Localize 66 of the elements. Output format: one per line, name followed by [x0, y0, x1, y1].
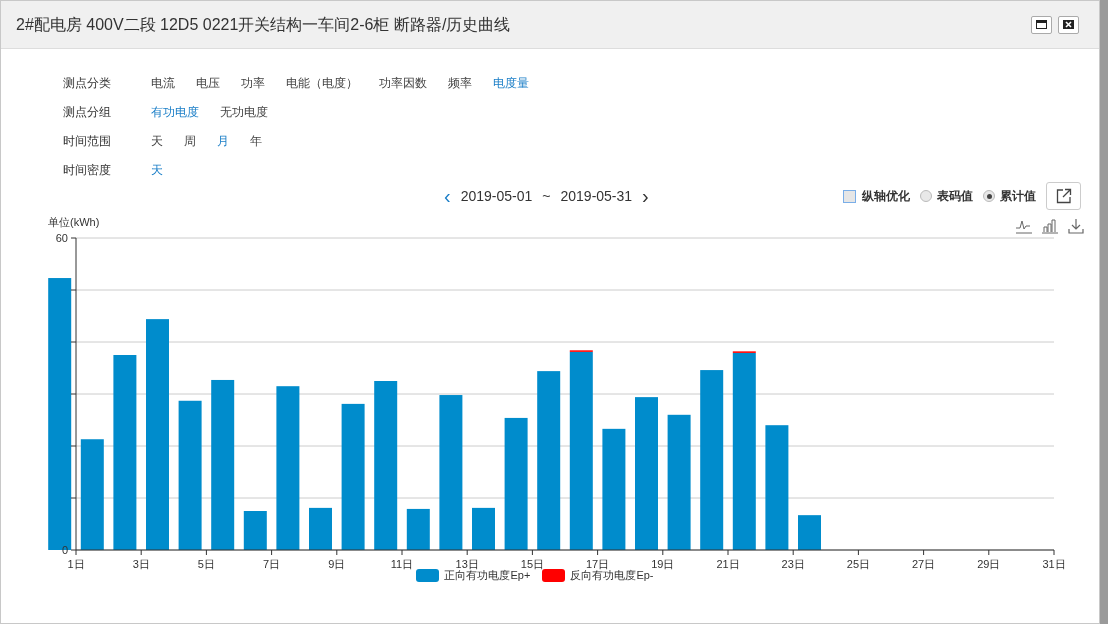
start-date: 2019-05-01 [460, 186, 533, 206]
maximize-icon [1036, 20, 1047, 29]
filter-option[interactable]: 周 [184, 132, 196, 150]
x-tick-label: 1日 [67, 558, 85, 570]
end-date: 2019-05-31 [560, 186, 633, 206]
bar [798, 515, 821, 550]
x-tick-label: 11日 [390, 558, 414, 570]
bar [472, 507, 495, 550]
filter-option[interactable]: 天 [151, 161, 163, 179]
x-tick-label: 5日 [197, 558, 215, 570]
close-icon [1063, 20, 1074, 29]
unit-label: 单位(kWh) [48, 214, 100, 230]
filter-option[interactable]: 功率 [241, 74, 265, 92]
filter-option[interactable]: 年 [250, 132, 262, 150]
filter-label: 时间范围 [63, 133, 112, 150]
filter-option[interactable]: 月 [217, 132, 229, 150]
x-tick-label: 29日 [977, 558, 1001, 570]
x-tick-label: 21日 [716, 558, 740, 570]
filter-label: 时间密度 [63, 162, 112, 179]
radio-button[interactable] [920, 190, 932, 202]
filter-option[interactable]: 天 [151, 132, 163, 150]
x-tick-label: 3日 [132, 558, 150, 570]
filter-option[interactable]: 电流 [151, 74, 175, 92]
radio-button[interactable] [983, 190, 995, 202]
external-link-icon [1055, 188, 1072, 204]
filter-option[interactable]: 电能（电度） [286, 74, 358, 92]
bar [309, 507, 332, 550]
maximize-button[interactable] [1031, 15, 1052, 34]
download-icon[interactable] [1068, 218, 1084, 234]
filter-option[interactable]: 功率因数 [379, 74, 427, 92]
checkbox-label: 纵轴优化 [862, 188, 910, 205]
radio-label: 表码值 [937, 188, 973, 205]
export-button[interactable] [1046, 182, 1081, 210]
x-tick-label: 7日 [263, 558, 281, 570]
y-tick-label: 60 [55, 232, 68, 244]
next-button[interactable]: › [642, 186, 649, 206]
filter-option[interactable]: 电压 [196, 74, 220, 92]
window-title: 2#配电房 400V二段 12D5 0221开关结构一车间2-6柜 断路器/历史曲线 [16, 14, 511, 35]
legend-swatch [416, 568, 440, 582]
checkbox[interactable] [843, 189, 856, 203]
filter-option[interactable]: 有功电度 [151, 103, 199, 121]
y-tick-label: 0 [61, 544, 68, 556]
bar [406, 508, 430, 550]
x-tick-label: 13日 [455, 558, 479, 570]
previous-button[interactable]: ‹ [444, 186, 451, 206]
x-tick-label: 15日 [520, 558, 545, 570]
filter-label: 测点分类 [63, 75, 112, 92]
x-tick-label: 31日 [1042, 558, 1066, 570]
filter-label: 测点分组 [63, 104, 112, 121]
x-tick-label: 25日 [846, 558, 871, 570]
close-button[interactable] [1058, 15, 1079, 34]
x-tick-label: 17日 [585, 558, 610, 570]
x-tick-label: 23日 [781, 558, 805, 570]
x-tick-label: 9日 [328, 558, 346, 570]
radio-label: 累计值 [1000, 188, 1036, 205]
filter-option[interactable]: 电度量 [493, 74, 529, 92]
x-tick-label: 27日 [911, 558, 936, 570]
range-separator: ~ [542, 186, 551, 206]
x-tick-label: 19日 [651, 558, 675, 570]
legend-swatch [542, 568, 566, 582]
line-chart-icon[interactable] [1016, 218, 1032, 234]
filter-option[interactable]: 无功电度 [220, 103, 268, 121]
bar [243, 511, 267, 550]
filter-option[interactable]: 频率 [448, 74, 472, 92]
legend-label: 正向有功电度Ep+ [444, 568, 531, 583]
bar-chart-icon[interactable] [1042, 218, 1058, 234]
